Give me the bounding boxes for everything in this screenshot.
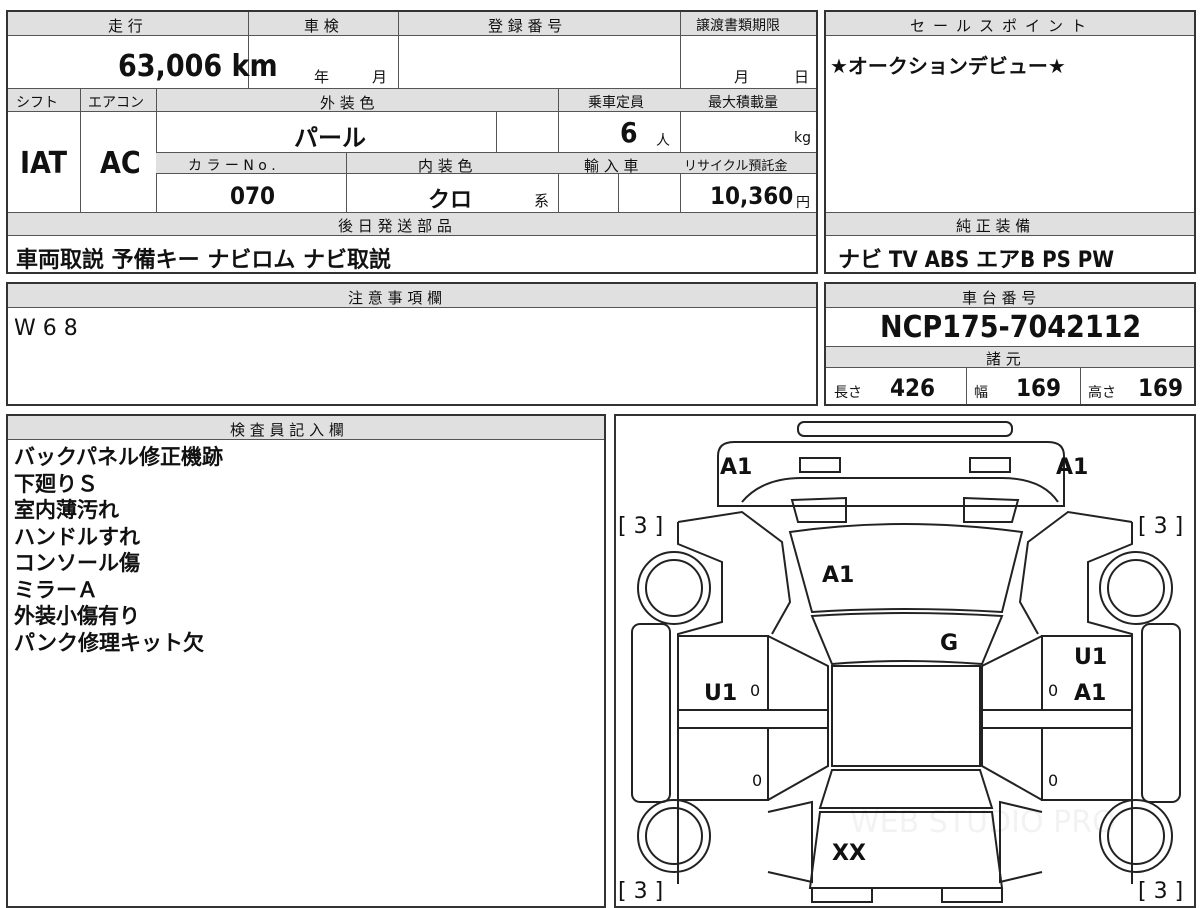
inspector-note: バックパネル修正機跡 — [14, 445, 223, 469]
exterior-color: パール — [294, 124, 366, 152]
mileage-value: 63,006 km — [118, 49, 278, 84]
inspector-label: 検 査 員 記 入 欄 — [230, 421, 344, 439]
interior-suffix: 系 — [534, 192, 550, 210]
height-label: 高さ — [1088, 385, 1116, 401]
mileage-unit: km — [231, 49, 278, 84]
sales-point-label: セールスポイント — [910, 17, 1095, 35]
capacity-value: 6 — [620, 116, 638, 149]
chassis-label: 車 台 番 号 — [962, 289, 1037, 307]
inspector-note: 下廻りＳ — [14, 471, 98, 496]
zero-mark: 0 — [750, 681, 760, 700]
shaken-label: 車 検 — [304, 17, 339, 35]
chassis-no: NCP175-7042112 — [880, 310, 1142, 345]
interior-label: 内 装 色 — [418, 157, 473, 175]
later-parts-value: 車両取説 予備キー ナビロム ナビ取説 — [16, 248, 391, 273]
shaken-year: 年 — [314, 68, 330, 86]
inspector-block: 検 査 員 記 入 欄 バックパネル修正機跡 下廻りＳ 室内薄汚れ ハンドルすれ… — [6, 414, 606, 908]
capacity-unit: 人 — [656, 133, 670, 149]
transfer-label: 譲渡書類期限 — [696, 18, 780, 34]
front-left-mark: A1 — [720, 455, 752, 480]
front-body-shape — [717, 441, 1065, 507]
inspector-note: ミラーＡ — [14, 577, 98, 602]
left-front-door-mark: U1 — [704, 681, 737, 706]
ac-value: AC — [100, 146, 141, 181]
notes-value: W 6 8 — [14, 316, 78, 341]
hood-mark: A1 — [822, 563, 854, 588]
zero-mark: 0 — [1048, 681, 1058, 700]
front-right-mark: A1 — [1056, 455, 1088, 480]
inspector-note: 外装小傷有り — [14, 604, 140, 628]
sales-point-block: セールスポイント ★オークションデビュー★ 純 正 装 備 ナビ TV ABS … — [824, 10, 1196, 274]
sales-point-value: ★オークションデビュー★ — [830, 54, 1066, 78]
front-bumper-shape — [797, 421, 1013, 437]
inspector-notes: バックパネル修正機跡 下廻りＳ 室内薄汚れ ハンドルすれ コンソール傷 ミラーＡ… — [14, 444, 223, 656]
car-diagram: A1 A1 [ 3 ] [ 3 ] [ 3 ] [ 3 ] A1 G U1 U1… — [618, 421, 1183, 904]
interior-color: クロ — [428, 188, 473, 213]
right-front-door-mark: A1 — [1074, 681, 1106, 706]
color-no-value: 070 — [230, 182, 276, 210]
wheel-rl-shape — [637, 799, 711, 873]
equipment-label: 純 正 装 備 — [956, 217, 1031, 235]
recycle-value: 10,360 — [710, 182, 794, 210]
recycle-unit: 円 — [796, 195, 810, 211]
mileage-label: 走 行 — [108, 17, 143, 35]
shift-label: シフト — [16, 95, 58, 111]
watermark: WEB STUDIO PRO — [850, 805, 1116, 840]
length-value: 426 — [890, 374, 936, 402]
maxload-label: 最大積載量 — [708, 95, 778, 111]
windshield-shape — [810, 612, 1004, 666]
wheel-fr-shape — [1099, 551, 1173, 625]
width-label: 幅 — [974, 385, 988, 401]
specs-label: 諸 元 — [986, 350, 1021, 368]
maxload-unit: kg — [794, 130, 811, 146]
equipment-value: ナビ TV ABS エアB PS PW — [838, 248, 1115, 273]
inspector-note: ハンドルすれ — [14, 524, 140, 549]
tire-rl-mark: [ 3 ] — [618, 879, 663, 904]
inspector-note: コンソール傷 — [14, 551, 140, 575]
tire-fr-mark: [ 3 ] — [1138, 514, 1183, 539]
transfer-day: 日 — [794, 68, 810, 86]
shaken-month: 月 — [372, 68, 388, 86]
exterior-label: 外 装 色 — [320, 94, 375, 112]
notes-block: 注 意 事 項 欄 W 6 8 — [6, 282, 818, 406]
transfer-month: 月 — [734, 68, 750, 86]
recycle-label: リサイクル預託金 — [684, 159, 788, 174]
import-label: 輸 入 車 — [584, 157, 639, 175]
length-label: 長さ — [834, 385, 862, 401]
width-value: 169 — [1016, 374, 1062, 402]
ac-label: エアコン — [88, 95, 144, 111]
wheel-fl-shape — [637, 551, 711, 625]
vehicle-info-block: 走 行 車 検 登 録 番 号 譲渡書類期限 63,006 km 年 月 月 日… — [6, 10, 818, 274]
height-value: 169 — [1138, 374, 1184, 402]
trunk-mark: XX — [832, 841, 866, 866]
tire-rr-mark: [ 3 ] — [1138, 879, 1183, 904]
color-no-label: カ ラ ー N o . — [188, 158, 276, 174]
zero-mark: 0 — [752, 771, 762, 790]
capacity-label: 乗車定員 — [588, 95, 644, 111]
later-parts-label: 後 日 発 送 部 品 — [338, 217, 452, 235]
roof-shape — [831, 665, 981, 767]
windshield-mark: G — [940, 631, 958, 656]
car-diagram-block: A1 A1 [ 3 ] [ 3 ] [ 3 ] [ 3 ] A1 G U1 U1… — [614, 414, 1196, 908]
right-front-door-top-mark: U1 — [1074, 645, 1107, 670]
zero-mark: 0 — [1048, 771, 1058, 790]
chassis-block: 車 台 番 号 NCP175-7042112 諸 元 長さ 426 幅 169 … — [824, 282, 1196, 406]
inspector-note: パンク修理キット欠 — [14, 630, 205, 655]
inspector-note: 室内薄汚れ — [14, 498, 119, 522]
tire-fl-mark: [ 3 ] — [618, 514, 663, 539]
notes-label: 注 意 事 項 欄 — [348, 289, 443, 307]
reg-no-label: 登 録 番 号 — [488, 17, 563, 35]
shift-value: IAT — [20, 146, 68, 181]
